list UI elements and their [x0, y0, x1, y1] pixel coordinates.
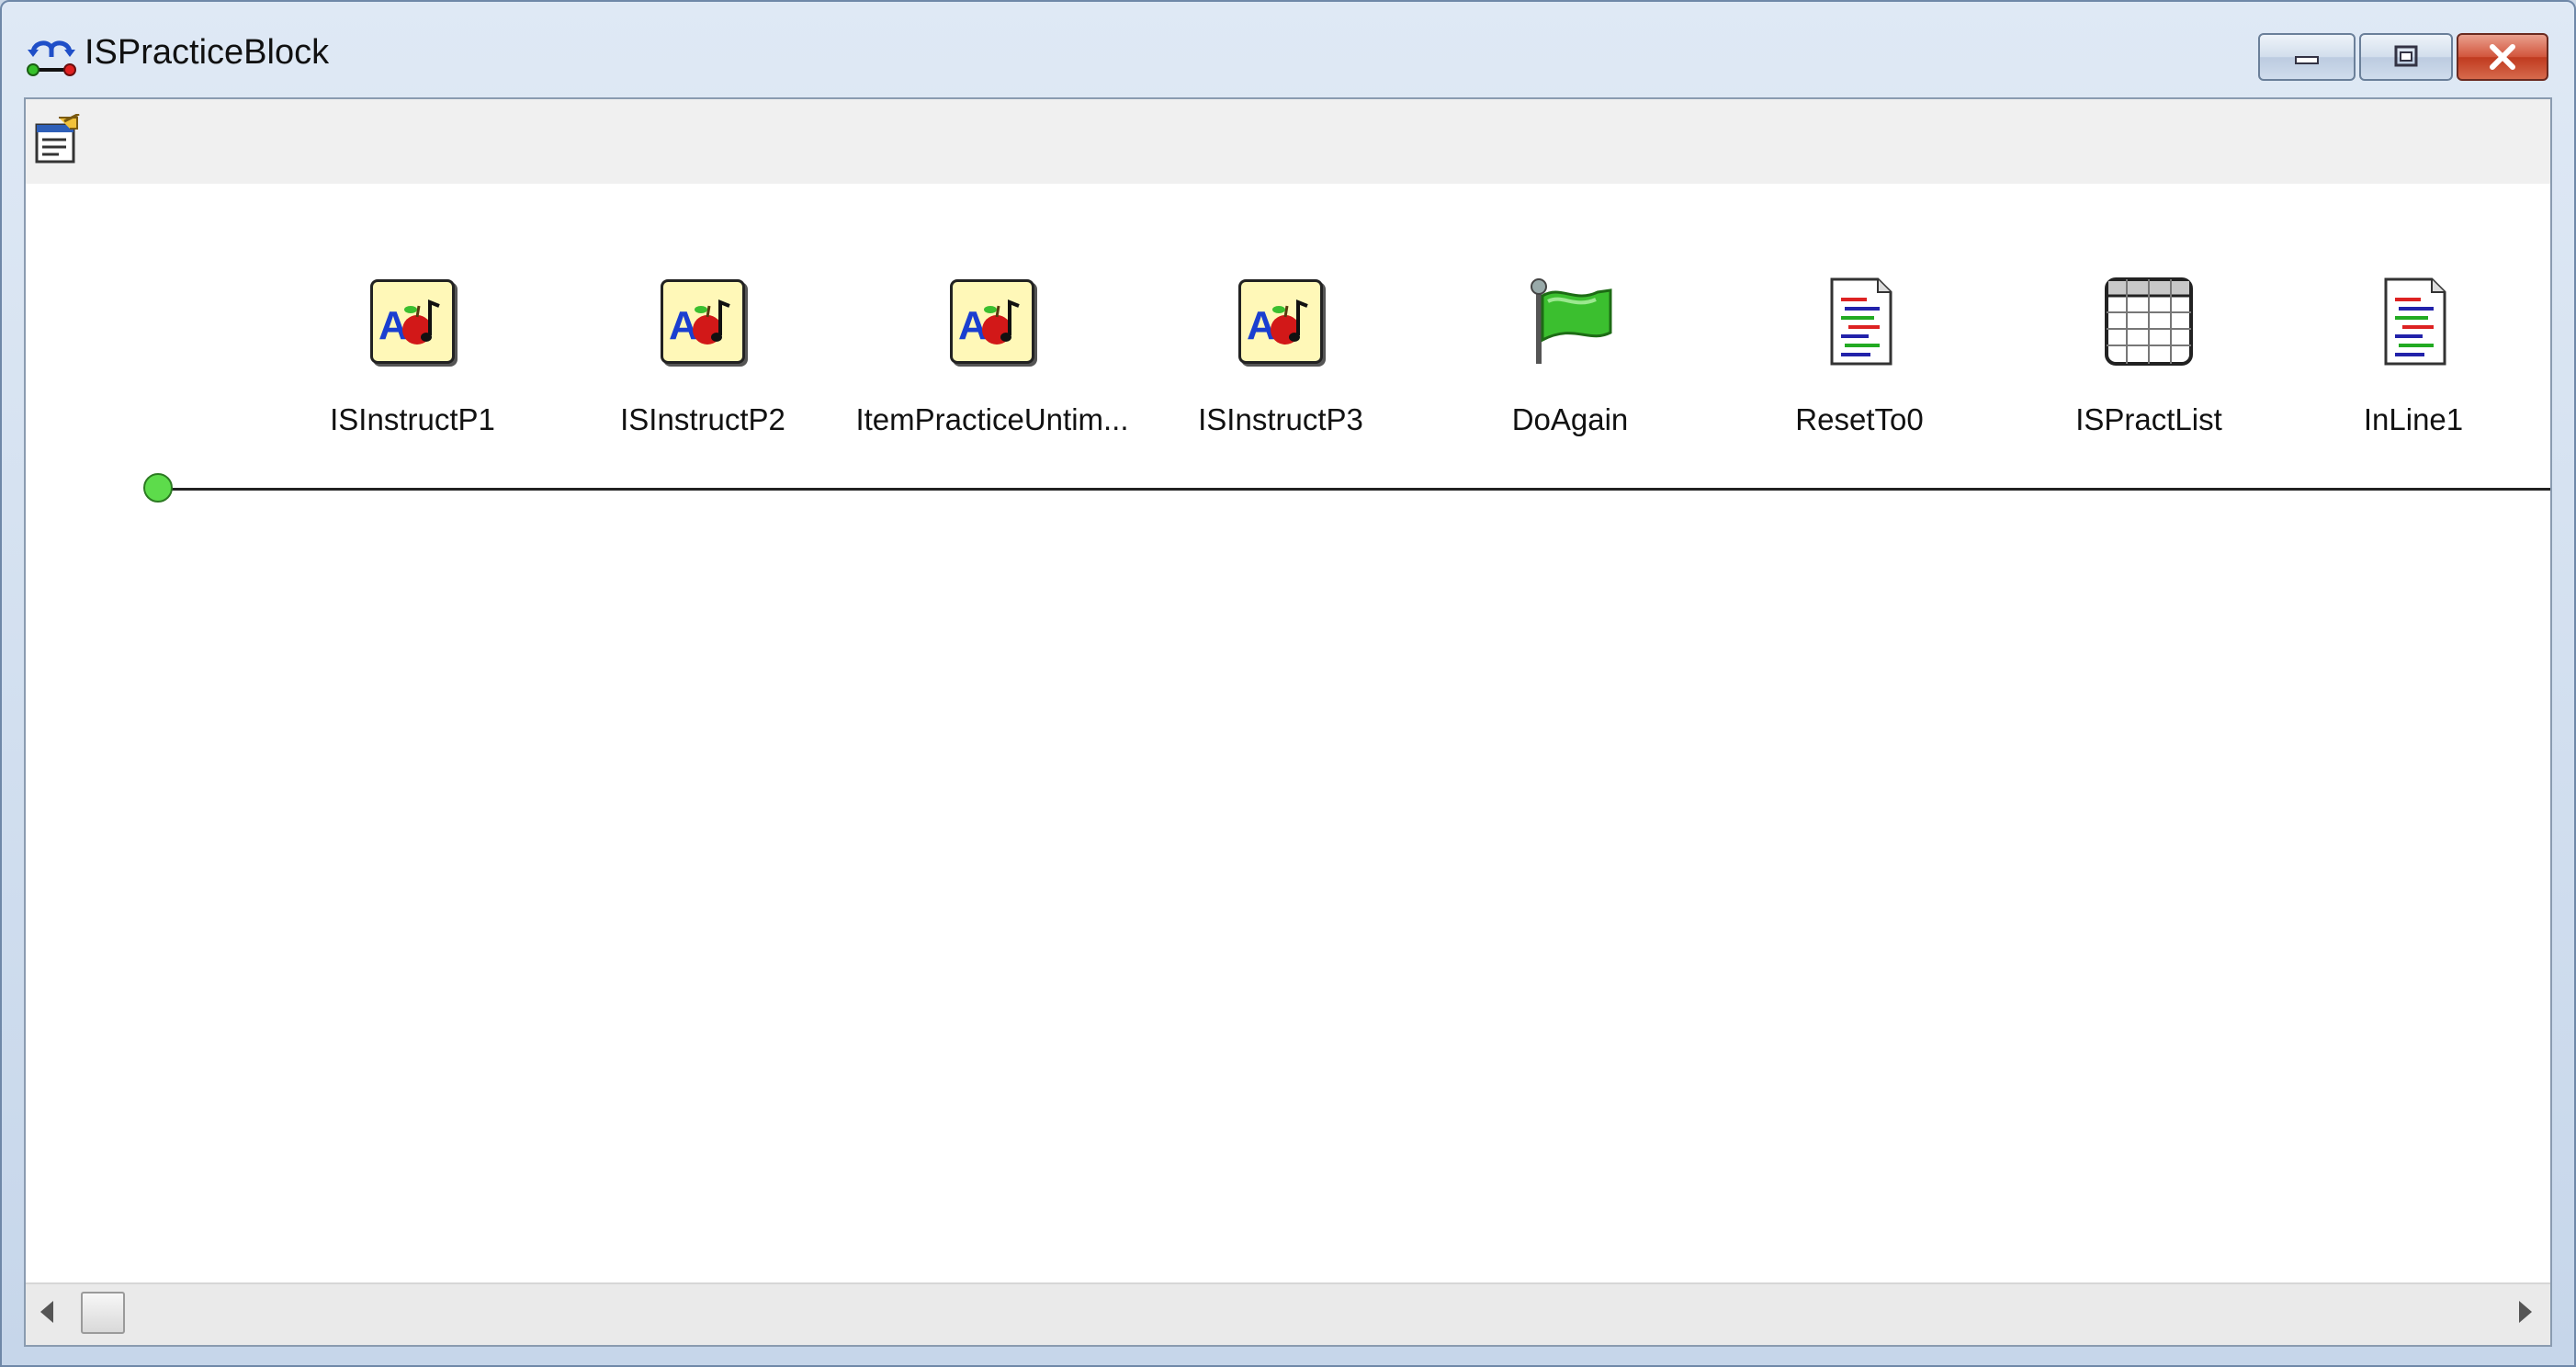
inline-script-icon [2384, 277, 2446, 366]
maximize-button[interactable] [2359, 33, 2453, 81]
timeline-node-isinstructp1[interactable]: A ISInstructP1 [275, 276, 550, 459]
procedure-icon [27, 40, 76, 76]
timeline-node-resetto0[interactable]: ResetTo0 [1722, 276, 1997, 459]
timeline-node-label: ISInstructP1 [330, 402, 495, 436]
restore-icon [2394, 45, 2418, 67]
title-bar[interactable]: ISPracticeBlock [2, 2, 2574, 97]
slide-icon: A [946, 276, 1038, 367]
procedure-client-area: A ISInstructP1 A ISInstructP2 A ItemPrac… [24, 97, 2552, 1347]
slide-icon: A [1235, 276, 1327, 367]
properties-icon[interactable] [33, 114, 81, 165]
timeline-node-ispractlist[interactable]: ISPractList [2011, 276, 2287, 459]
timeline-node-doagain[interactable]: DoAgain [1432, 276, 1708, 459]
scroll-thumb[interactable] [81, 1292, 125, 1334]
timeline-node-label: ISInstructP2 [620, 402, 785, 436]
timeline-line [160, 488, 2550, 491]
close-icon [2490, 44, 2515, 70]
timeline-node-label: ItemPracticeUntim... [855, 402, 1129, 436]
inline-script-icon [1830, 277, 1892, 366]
slide-icon: A [657, 276, 749, 367]
timeline-node-isinstructp3[interactable]: A ISInstructP3 [1143, 276, 1418, 459]
procedure-window: ISPracticeBlock A ISInstructP1 A ISInstr… [0, 0, 2576, 1367]
horizontal-scrollbar[interactable] [26, 1282, 2550, 1345]
scroll-left-arrow-icon[interactable] [40, 1301, 53, 1323]
timeline-node-label: DoAgain [1511, 402, 1629, 436]
timeline-start-node [143, 473, 173, 503]
timeline-node-itempracticeuntimed[interactable]: A ItemPracticeUntim... [854, 276, 1130, 459]
timeline-node-inline1[interactable]: InLine1 [2276, 276, 2550, 459]
timeline-canvas[interactable]: A ISInstructP1 A ISInstructP2 A ItemPrac… [26, 184, 2550, 1284]
timeline-node-label: ISPractList [2075, 402, 2222, 436]
close-button[interactable] [2457, 33, 2548, 81]
timeline-node-label: InLine1 [2363, 402, 2464, 436]
toolbar [26, 99, 2550, 184]
window-title: ISPracticeBlock [85, 33, 330, 72]
label-flag-icon [1531, 278, 1612, 364]
scroll-right-arrow-icon[interactable] [2519, 1301, 2532, 1323]
minimize-icon [2295, 56, 2319, 64]
slide-icon: A [367, 276, 458, 367]
timeline-node-label: ISInstructP3 [1198, 402, 1363, 436]
list-icon [2105, 277, 2193, 366]
timeline-node-isinstructp2[interactable]: A ISInstructP2 [565, 276, 841, 459]
minimize-button[interactable] [2258, 33, 2356, 81]
timeline-node-label: ResetTo0 [1795, 402, 1924, 436]
